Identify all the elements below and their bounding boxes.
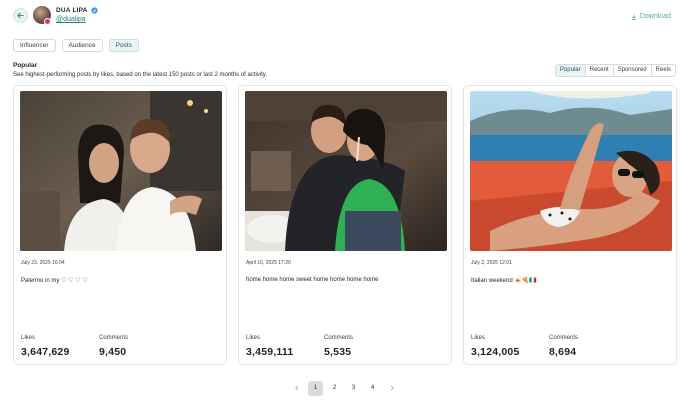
section-description: See highest-performing posts by likes, b… [13, 72, 268, 78]
post-date: July 23, 2025 16:04 [21, 260, 65, 266]
tab-influencer[interactable]: Influencer [13, 39, 56, 52]
comments-value: 9,450 [99, 346, 127, 358]
comments-metric: Comments 8,694 [549, 335, 578, 358]
comments-metric: Comments 5,535 [324, 335, 353, 358]
post-caption: Palermo in my ♡ ♡ ♡ ♡ [21, 278, 88, 284]
post-caption: Italian weekend 🍝🍕🇮🇹 [471, 278, 537, 284]
post-card[interactable]: July 2, 2025 12:01 Italian weekend 🍝🍕🇮🇹 … [463, 85, 677, 365]
download-icon [631, 13, 637, 20]
instagram-badge-icon [44, 18, 51, 25]
post-date: April 10, 2025 17:20 [246, 260, 291, 266]
sort-recent-button[interactable]: Recent [585, 65, 614, 76]
pagination: 1 2 3 4 [0, 381, 688, 396]
tab-audience[interactable]: Audience [61, 39, 103, 52]
likes-metric: Likes 3,647,629 [21, 335, 70, 358]
page-1-button[interactable]: 1 [308, 381, 323, 396]
arrow-left-icon [17, 12, 24, 19]
post-caption: home home home sweet home home home home [246, 277, 379, 283]
likes-label: Likes [21, 335, 36, 341]
sort-sponsored-button[interactable]: Sponsored [613, 65, 652, 76]
comments-label: Comments [549, 335, 579, 341]
sort-reels-button[interactable]: Reels [651, 65, 675, 76]
likes-value: 3,459,111 [246, 346, 294, 358]
post-photo [470, 91, 672, 251]
profile-handle-link[interactable]: @dualipa [56, 16, 98, 23]
likes-label: Likes [246, 335, 261, 341]
tab-posts[interactable]: Posts [108, 39, 139, 52]
comments-value: 5,535 [324, 346, 352, 358]
comments-label: Comments [99, 335, 129, 341]
page-4-button[interactable]: 4 [365, 381, 380, 396]
comments-metric: Comments 9,450 [99, 335, 128, 358]
post-cards: July 23, 2025 16:04 Palermo in my ♡ ♡ ♡ … [13, 85, 677, 365]
next-page-button[interactable] [384, 381, 399, 396]
post-image[interactable] [470, 91, 672, 251]
profile-identity: DUA LIPA @dualipa [56, 7, 98, 23]
download-button[interactable]: Download [631, 13, 671, 20]
post-image[interactable] [245, 91, 447, 251]
post-image[interactable] [20, 91, 222, 251]
comments-value: 8,694 [549, 346, 577, 358]
sort-popular-button[interactable]: Popular [555, 65, 586, 76]
profile-header: DUA LIPA @dualipa Download [13, 6, 676, 28]
download-label: Download [639, 13, 671, 20]
likes-metric: Likes 3,459,111 [246, 335, 293, 358]
page-2-button[interactable]: 2 [327, 381, 342, 396]
sort-toggle-group: Popular Recent Sponsored Reels [554, 64, 676, 77]
post-photo [245, 91, 447, 251]
comments-label: Comments [324, 335, 354, 341]
section-title: Popular [13, 62, 38, 69]
chevron-left-icon [294, 385, 298, 391]
profile-name: DUA LIPA [56, 7, 88, 14]
verified-icon [90, 7, 98, 14]
likes-value: 3,124,005 [471, 346, 520, 358]
chevron-right-icon [390, 385, 394, 391]
post-card[interactable]: April 10, 2025 17:20 home home home swee… [238, 85, 452, 365]
prev-page-button[interactable] [289, 381, 304, 396]
likes-metric: Likes 3,124,005 [471, 335, 520, 358]
profile-tabs: Influencer Audience Posts [13, 39, 139, 52]
post-photo [20, 91, 222, 251]
back-button[interactable] [13, 8, 28, 23]
likes-value: 3,647,629 [21, 346, 70, 358]
page-3-button[interactable]: 3 [346, 381, 361, 396]
likes-label: Likes [471, 335, 486, 341]
post-date: July 2, 2025 12:01 [471, 260, 512, 266]
post-card[interactable]: July 23, 2025 16:04 Palermo in my ♡ ♡ ♡ … [13, 85, 227, 365]
